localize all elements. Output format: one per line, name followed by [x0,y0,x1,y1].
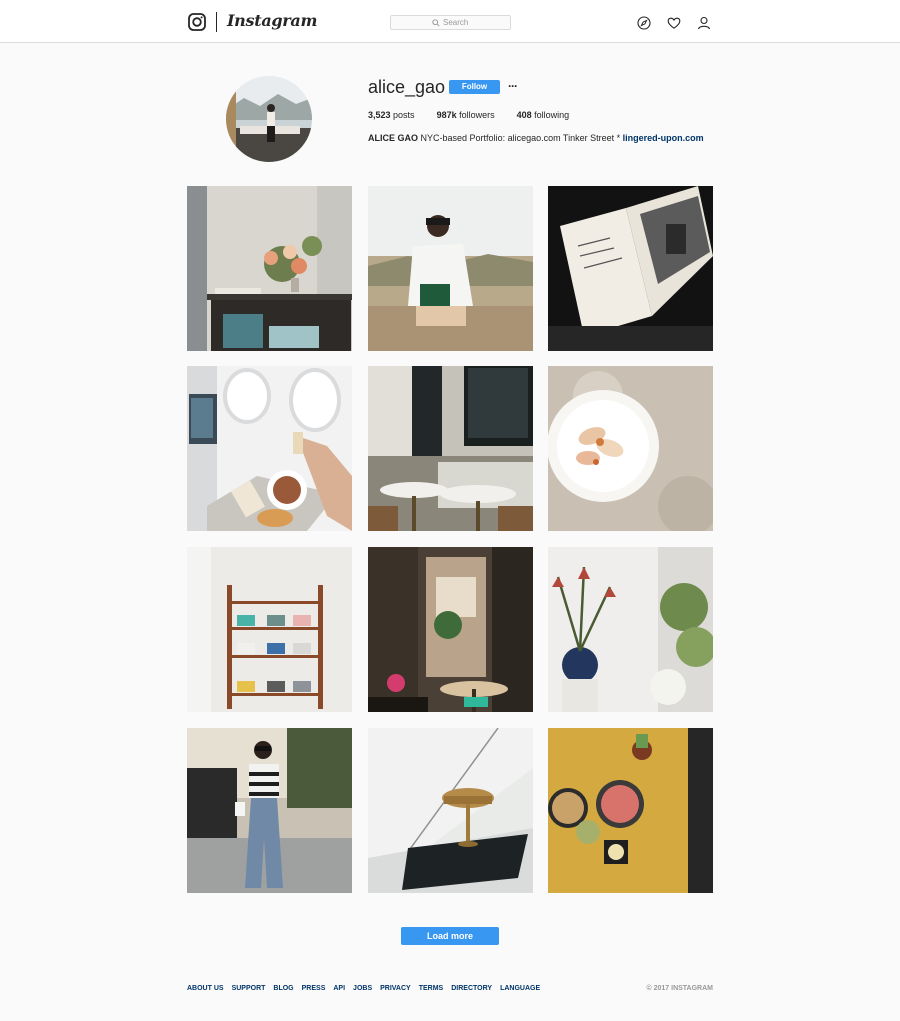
post-thumbnail-cafe-tables[interactable] [368,366,533,531]
search-input[interactable] [443,18,469,27]
top-navigation-bar: Instagram [0,0,900,43]
post-thumbnail-airplane-meal[interactable] [187,366,352,531]
bio-full-name: ALICE GAO [368,133,419,143]
post-thumbnail-street-portrait[interactable] [187,728,352,893]
bio-text: NYC-based Portfolio: alicegao.com Tinker… [420,133,621,143]
footer-link-api[interactable]: API [333,985,345,992]
footer-link-blog[interactable]: BLOG [273,985,293,992]
followers-count[interactable]: 987k followers [437,110,495,120]
post-thumbnail-brass-lamp[interactable] [368,728,533,893]
footer-link-privacy[interactable]: PRIVACY [380,985,411,992]
post-thumbnail-food-table[interactable] [548,728,713,893]
footer-link-support[interactable]: SUPPORT [232,985,266,992]
posts-count-value: 3,523 [368,110,391,120]
bio-website-link[interactable]: lingered-upon.com [623,133,704,143]
following-count-value: 408 [516,110,532,120]
followers-count-label: followers [459,110,495,120]
following-count[interactable]: 408 following [517,110,570,120]
user-icon[interactable] [697,16,711,30]
footer-link-about-us[interactable]: ABOUT US [187,985,224,992]
post-thumbnail-flowers-on-shelf[interactable] [187,186,352,351]
heart-icon[interactable] [667,16,681,30]
post-thumbnail-plated-dish[interactable] [548,366,713,531]
instagram-camera-icon[interactable] [188,13,206,31]
post-thumbnail-cafe-doorway[interactable] [368,547,533,712]
posts-count-label: posts [393,110,415,120]
more-options-button[interactable]: ··· [508,79,518,93]
profile-username: alice_gao [368,77,446,97]
profile-stats: 3,523 posts 987k followers 408 following [368,110,591,120]
instagram-wordmark[interactable]: Instagram [227,11,317,30]
footer-link-press[interactable]: PRESS [302,985,326,992]
footer-link-jobs[interactable]: JOBS [353,985,372,992]
post-thumbnail-wall-shelf[interactable] [187,547,352,712]
follow-button[interactable]: Follow [449,80,500,94]
compass-icon[interactable] [637,16,651,30]
post-thumbnail-woman-in-desert[interactable] [368,186,533,351]
footer-links: ABOUT US SUPPORT BLOG PRESS API JOBS PRI… [187,985,548,992]
load-more-button[interactable]: Load more [401,927,499,945]
post-thumbnail-open-book[interactable] [548,186,713,351]
footer-copyright: © 2017 INSTAGRAM [646,985,714,992]
posts-count: 3,523 posts [368,110,415,120]
profile-avatar[interactable] [226,76,312,162]
search-box[interactable] [390,15,511,30]
following-count-label: following [534,110,570,120]
profile-bio: ALICE GAO NYC-based Portfolio: alicegao.… [368,133,704,143]
footer-link-language[interactable]: LANGUAGE [500,985,540,992]
post-thumbnail-flower-vase[interactable] [548,547,713,712]
followers-count-value: 987k [436,110,457,120]
search-icon [432,18,440,27]
logo-separator [216,12,217,32]
footer-link-terms[interactable]: TERMS [419,985,444,992]
footer-link-directory[interactable]: DIRECTORY [451,985,492,992]
